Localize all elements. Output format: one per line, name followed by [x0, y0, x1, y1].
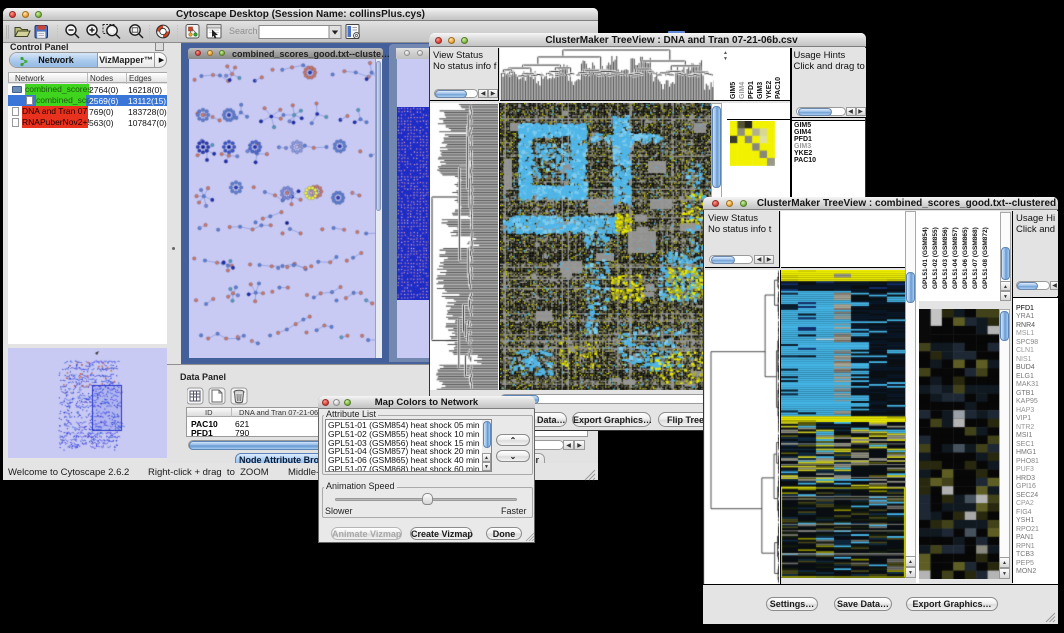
svg-text:Search:: Search: — [229, 26, 260, 36]
